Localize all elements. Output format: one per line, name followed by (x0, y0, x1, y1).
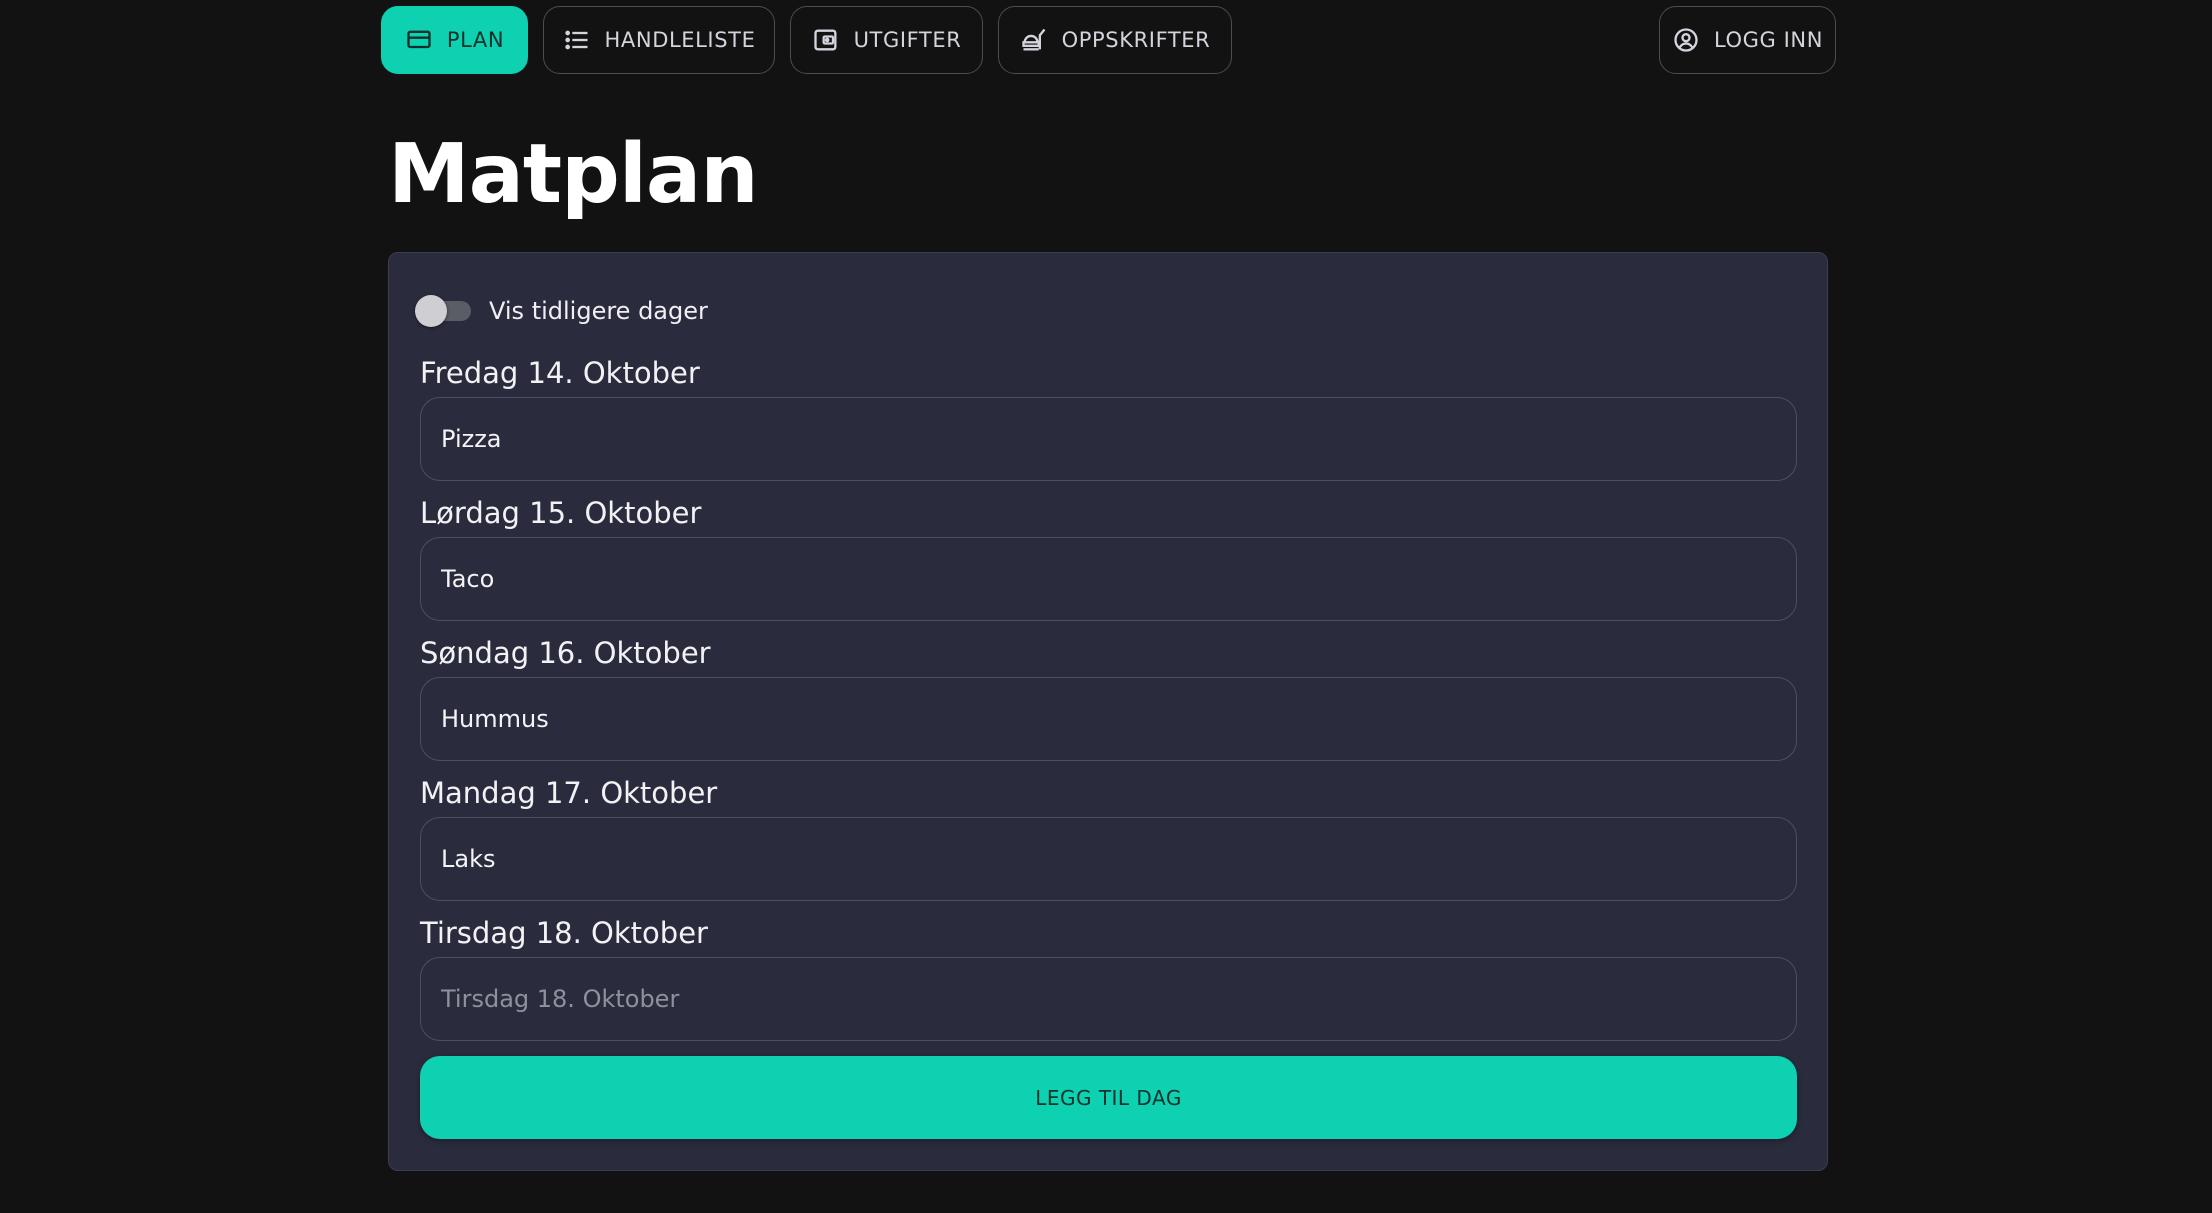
top-navigation: PLAN HANDLELISTE UTGIFTER OPPSKRIFTER LO… (381, 6, 1836, 74)
food-icon (1021, 28, 1046, 51)
meal-input[interactable] (420, 397, 1797, 481)
user-circle-icon (1674, 28, 1698, 52)
list-icon (564, 30, 588, 50)
meal-input[interactable] (420, 677, 1797, 761)
nav-utgifter-label: UTGIFTER (853, 28, 962, 52)
day-label: Tirsdag 18. Oktober (420, 916, 708, 950)
meal-input[interactable] (420, 817, 1797, 901)
meal-input[interactable] (420, 537, 1797, 621)
day-label: Fredag 14. Oktober (420, 356, 700, 390)
nav-utgifter-button[interactable]: UTGIFTER (790, 6, 983, 74)
login-label: LOGG INN (1713, 28, 1824, 52)
toggle-knob (415, 295, 447, 327)
toggle-label: Vis tidligere dager (489, 297, 708, 325)
day-entry: Tirsdag 18. Oktober (420, 911, 1797, 1041)
nav-oppskrifter-button[interactable]: OPPSKRIFTER (998, 6, 1232, 74)
nav-handleliste-label: HANDLELISTE (604, 28, 756, 52)
show-previous-days-toggle[interactable]: Vis tidligere dager (415, 293, 708, 329)
toggle-switch[interactable] (415, 295, 471, 327)
day-label: Mandag 17. Oktober (420, 776, 718, 810)
nav-plan-label: PLAN (446, 28, 505, 52)
day-entry: Søndag 16. Oktober (420, 631, 1797, 761)
page-title: Matplan (388, 127, 759, 222)
meal-plan-card: Vis tidligere dager Fredag 14. Oktober L… (388, 252, 1828, 1171)
nav-handleliste-button[interactable]: HANDLELISTE (543, 6, 775, 74)
plan-icon (407, 30, 431, 49)
wallet-icon (813, 29, 837, 51)
day-entry: Fredag 14. Oktober (420, 351, 1797, 481)
day-entry: Mandag 17. Oktober (420, 771, 1797, 901)
add-day-button[interactable]: LEGG TIL DAG (420, 1056, 1797, 1139)
nav-oppskrifter-label: OPPSKRIFTER (1061, 28, 1211, 52)
day-entry: Lørdag 15. Oktober (420, 491, 1797, 621)
login-button[interactable]: LOGG INN (1659, 6, 1836, 74)
day-label: Lørdag 15. Oktober (420, 496, 702, 530)
nav-plan-button[interactable]: PLAN (381, 6, 528, 74)
meal-input[interactable] (420, 957, 1797, 1041)
day-label: Søndag 16. Oktober (420, 636, 711, 670)
